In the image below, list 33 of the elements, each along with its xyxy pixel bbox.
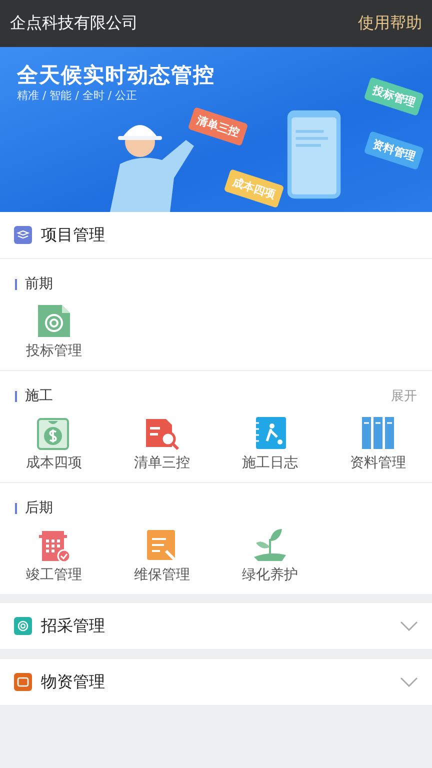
banner-tag: 清单三控 xyxy=(188,106,248,146)
box-icon xyxy=(14,673,32,691)
menu-item[interactable]: 投标管理 xyxy=(0,303,108,360)
banner-headline: 全天候实时动态管控 xyxy=(17,62,215,89)
layers-icon xyxy=(14,226,32,244)
menu-item[interactable]: 施工日志 xyxy=(216,415,324,472)
chevron-down-icon[interactable] xyxy=(400,621,418,631)
group-title: 后期 xyxy=(25,499,54,517)
group-title: 前期 xyxy=(25,275,54,293)
section-title: 物资管理 xyxy=(41,672,106,692)
section-header[interactable]: 项目管理 xyxy=(0,212,432,259)
menu-item[interactable]: 资料管理 xyxy=(324,415,432,472)
banner-tag: 投标管理 xyxy=(364,76,424,116)
menu-item[interactable]: 维保管理 xyxy=(108,527,216,584)
section-title: 项目管理 xyxy=(41,224,106,246)
target-document-icon xyxy=(36,303,72,339)
menu-item[interactable]: 清单三控 xyxy=(108,415,216,472)
banner-tag: 成本四项 xyxy=(224,168,284,208)
target-icon xyxy=(14,617,32,635)
menu-item[interactable]: 绿化养护 xyxy=(216,527,324,584)
menu-item[interactable]: 成本四项 xyxy=(0,415,108,472)
section-title: 招采管理 xyxy=(41,616,106,636)
section-header[interactable]: 物资管理 xyxy=(0,659,432,706)
company-name: 企点科技有限公司 xyxy=(10,13,138,34)
help-link[interactable]: 使用帮助 xyxy=(358,13,422,34)
section-header[interactable]: 招采管理 xyxy=(0,603,432,650)
group-title: 施工 xyxy=(25,387,54,405)
chevron-down-icon[interactable] xyxy=(400,677,418,687)
banner-tagline: 精准 / 智能 / 全时 / 公正 xyxy=(17,88,138,103)
binders-icon xyxy=(360,415,396,451)
money-bag-icon xyxy=(36,415,72,451)
menu-item[interactable]: 竣工管理 xyxy=(0,527,108,584)
banner-tag: 资料管理 xyxy=(364,130,424,170)
